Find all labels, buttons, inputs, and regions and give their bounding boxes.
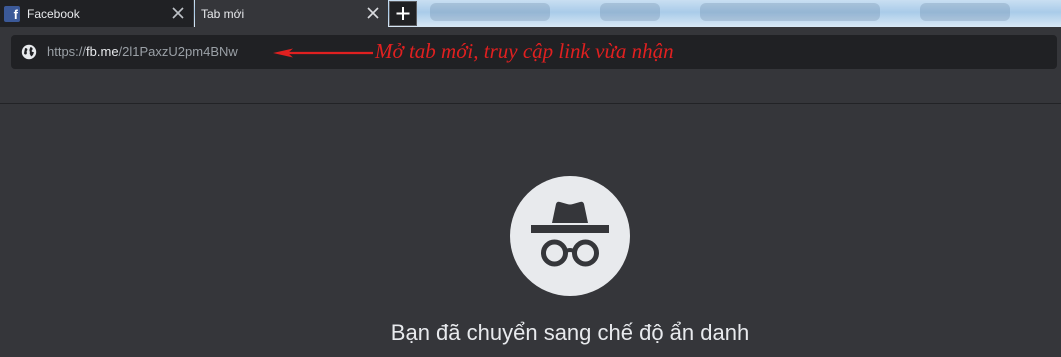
annotation-text: Mở tab mới, truy cập link vừa nhận bbox=[375, 39, 674, 63]
blurred-background bbox=[430, 3, 550, 21]
incognito-icon bbox=[510, 176, 630, 296]
url-scheme: https:// bbox=[47, 44, 87, 59]
tab-facebook[interactable]: f Facebook bbox=[0, 0, 194, 27]
incognito-headline: Bạn đã chuyển sang chế độ ẩn danh bbox=[390, 320, 750, 345]
close-icon[interactable] bbox=[171, 6, 185, 20]
tab-title: Tab mới bbox=[201, 6, 245, 21]
incognito-page: Bạn đã chuyển sang chế độ ẩn danh bbox=[0, 104, 1061, 357]
blurred-background bbox=[700, 3, 880, 21]
address-bar[interactable]: https://fb.me/2l1PaxzU2pm4BNw Mở tab mới… bbox=[11, 35, 1057, 69]
url-path: /2l1PaxzU2pm4BNw bbox=[118, 44, 238, 59]
close-icon[interactable] bbox=[366, 6, 380, 20]
plus-icon bbox=[396, 7, 410, 20]
tab-title: Facebook bbox=[27, 6, 80, 21]
new-tab-button[interactable] bbox=[389, 1, 417, 26]
tab-new-tab[interactable]: Tab mới bbox=[195, 0, 388, 27]
toolbar: https://fb.me/2l1PaxzU2pm4BNw Mở tab mới… bbox=[0, 27, 1061, 77]
blurred-background bbox=[920, 3, 1010, 21]
url-text: https://fb.me/2l1PaxzU2pm4BNw bbox=[47, 44, 238, 59]
annotation-arrow-icon bbox=[273, 48, 373, 58]
globe-icon bbox=[21, 44, 37, 60]
url-host: fb.me bbox=[86, 44, 119, 59]
facebook-icon: f bbox=[4, 5, 20, 22]
tab-strip: f Facebook Tab mới bbox=[0, 0, 1061, 27]
blurred-background bbox=[600, 3, 660, 21]
